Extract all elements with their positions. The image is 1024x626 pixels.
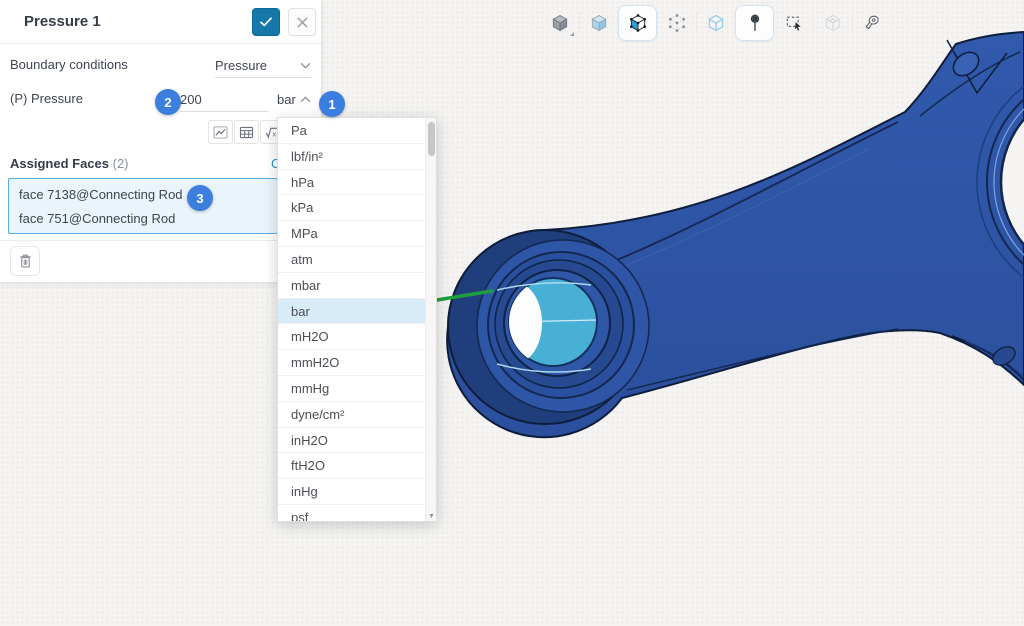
unit-option-dynecm2[interactable]: dyne/cm² (278, 402, 425, 428)
pressure-value: 200 (180, 92, 202, 107)
delete-button[interactable] (10, 246, 40, 276)
face-select-cube-button[interactable] (618, 5, 657, 41)
boundary-type-value: Pressure (215, 58, 267, 73)
panel-header: Pressure 1 (0, 0, 321, 44)
annotation-badge-2: 2 (155, 89, 181, 115)
list-item-face[interactable]: face 751@Connecting Rod (9, 207, 277, 231)
edge-select-cube-icon (706, 13, 726, 33)
assigned-faces-label: Assigned Faces (2) (10, 156, 129, 171)
assembly-select-button[interactable] (813, 5, 852, 41)
unit-option-hpa[interactable]: hPa (278, 170, 425, 196)
chevron-down-icon (300, 62, 311, 69)
unit-option-mpa[interactable]: MPa (278, 221, 425, 247)
render-mode-cube-button[interactable] (540, 5, 579, 41)
chevron-up-icon (300, 96, 311, 103)
measure-tape-icon (862, 13, 882, 33)
scrollbar-down-arrow[interactable]: ▼ (427, 513, 436, 520)
boundary-conditions-label: Boundary conditions (10, 57, 128, 72)
divider (0, 240, 321, 241)
close-icon (296, 16, 309, 29)
vertex-select-button[interactable] (657, 5, 696, 41)
scrollbar-thumb[interactable] (428, 122, 435, 156)
boundary-condition-panel: Pressure 1 Boundary conditions Pressure … (0, 0, 322, 283)
assigned-faces-count: (2) (113, 156, 129, 171)
unit-option-atm[interactable]: atm (278, 247, 425, 273)
unit-option-kpa[interactable]: kPa (278, 195, 425, 221)
cancel-button[interactable] (288, 8, 316, 36)
pressure-value-input[interactable]: 200 (180, 88, 268, 112)
box-select-button[interactable] (774, 5, 813, 41)
unit-option-mmh2o[interactable]: mmH2O (278, 350, 425, 376)
unit-option-list: Pa lbf/in² hPa kPa MPa atm mbar bar mH2O… (278, 118, 425, 522)
confirm-button[interactable] (252, 8, 280, 36)
vertex-select-icon (667, 13, 687, 33)
assigned-faces-text: Assigned Faces (10, 156, 109, 171)
unit-option-psf[interactable]: psf (278, 505, 425, 522)
unit-option-mmhg[interactable]: mmHg (278, 376, 425, 402)
probe-point-icon (745, 13, 765, 33)
dropdown-corner-indicator (570, 32, 574, 36)
assigned-faces-list: face 7138@Connecting Rod face 751@Connec… (8, 178, 278, 234)
transparent-cube-icon (589, 13, 609, 33)
transparent-cube-button[interactable] (579, 5, 618, 41)
table-icon (239, 126, 254, 139)
page-title: Pressure 1 (24, 13, 101, 30)
unit-option-lbfin2[interactable]: lbf/in² (278, 144, 425, 170)
annotation-badge-3: 3 (187, 185, 213, 211)
pressure-unit-select[interactable]: bar (277, 92, 311, 107)
unit-option-inh2o[interactable]: inH2O (278, 428, 425, 454)
check-icon (258, 14, 274, 30)
edge-select-cube-button[interactable] (696, 5, 735, 41)
viewport-toolbar (540, 4, 891, 42)
unit-option-pa[interactable]: Pa (278, 118, 425, 144)
svg-text:x: x (273, 129, 277, 138)
unit-option-mbar[interactable]: mbar (278, 273, 425, 299)
connecting-rod-model[interactable] (447, 32, 1024, 437)
assembly-select-icon (823, 13, 843, 33)
pressure-label: (P) Pressure (10, 91, 83, 106)
pressure-unit-value: bar (277, 92, 296, 107)
list-item-face[interactable]: face 7138@Connecting Rod (9, 183, 277, 207)
dropdown-scrollbar[interactable]: ▼ (425, 118, 436, 521)
render-mode-cube-icon (550, 13, 570, 33)
unit-dropdown: Pa lbf/in² hPa kPa MPa atm mbar bar mH2O… (277, 117, 437, 522)
measure-tape-button[interactable] (852, 5, 891, 41)
unit-option-mh2o[interactable]: mH2O (278, 324, 425, 350)
chart-mode-button[interactable] (208, 120, 233, 144)
probe-point-button[interactable] (735, 5, 774, 41)
trash-icon (18, 253, 33, 269)
annotation-badge-1: 1 (319, 91, 345, 117)
boundary-type-select[interactable]: Pressure (215, 54, 311, 78)
unit-option-bar-selected[interactable]: bar (278, 299, 425, 325)
unit-option-fth2o[interactable]: ftH2O (278, 453, 425, 479)
face-select-cube-icon (628, 13, 648, 33)
table-mode-button[interactable] (234, 120, 259, 144)
chart-icon (213, 126, 228, 139)
unit-option-inhg[interactable]: inHg (278, 479, 425, 505)
value-input-mode-toolbar: x (208, 120, 285, 144)
box-select-icon (784, 13, 804, 33)
